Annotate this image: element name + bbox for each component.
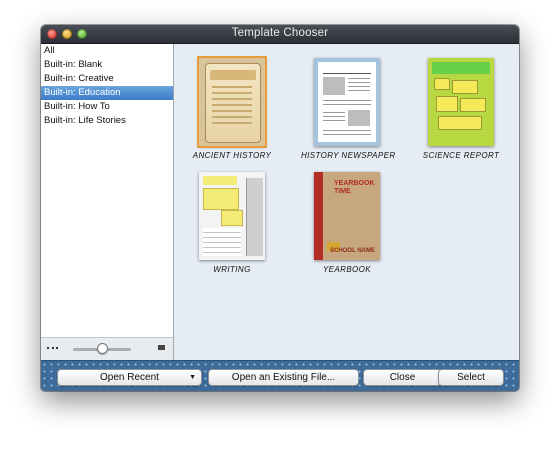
text-line — [212, 86, 252, 88]
text-line — [212, 92, 252, 94]
text-box — [452, 80, 478, 94]
template-label: Writing — [213, 265, 251, 274]
text-box — [434, 78, 450, 90]
button-bar: Open Recent ▼ Open an Existing File... C… — [41, 360, 519, 391]
newspaper-page — [318, 62, 376, 142]
template-science-report[interactable]: Science Report — [415, 58, 507, 160]
template-thumbnail[interactable] — [314, 58, 380, 146]
small-thumbnails-icon — [47, 347, 58, 352]
masthead — [323, 66, 371, 74]
category-item-blank[interactable]: Built-in: Blank — [41, 58, 173, 72]
category-item-creative[interactable]: Built-in: Creative — [41, 72, 173, 86]
category-list: All Built-in: Blank Built-in: Creative B… — [41, 44, 173, 128]
window-title: Template Chooser — [231, 27, 329, 39]
text-line — [212, 98, 252, 100]
slider-knob[interactable] — [96, 343, 108, 354]
open-existing-file-button[interactable]: Open an Existing File... — [208, 369, 359, 386]
text-line — [323, 116, 345, 117]
open-recent-button[interactable]: Open Recent ▼ — [57, 369, 202, 386]
text-box — [438, 116, 482, 130]
text-line — [323, 130, 371, 131]
text-line — [348, 86, 370, 87]
text-box — [221, 210, 243, 226]
book-spine — [314, 172, 323, 260]
category-item-education[interactable]: Built-in: Education — [41, 86, 173, 100]
thumb-title: YEARBOOK TIME — [334, 180, 375, 195]
photo-placeholder — [348, 110, 370, 126]
text-box — [203, 188, 239, 210]
select-button[interactable]: Select — [438, 369, 504, 386]
template-label: Yearbook — [322, 265, 372, 274]
text-line — [348, 90, 370, 91]
title-bar[interactable]: Template Chooser — [41, 25, 519, 44]
photo-placeholder — [323, 77, 345, 95]
chevron-down-icon: ▼ — [189, 374, 196, 381]
text-line — [212, 110, 252, 112]
text-box — [460, 98, 486, 112]
text-line — [212, 104, 252, 106]
text-line — [323, 112, 345, 113]
template-ancient-history[interactable]: Ancient History — [186, 56, 278, 160]
category-item-all[interactable]: All — [41, 44, 173, 58]
text-line — [212, 116, 252, 118]
close-button[interactable]: Close — [363, 369, 442, 386]
title-banner — [203, 176, 237, 185]
category-item-life-stories[interactable]: Built-in: Life Stories — [41, 114, 173, 128]
template-label: Science Report — [422, 151, 500, 160]
thumb-heading — [210, 70, 256, 80]
thumbnail-size-control — [41, 337, 173, 360]
template-label: Ancient History — [192, 151, 272, 160]
text-box — [436, 96, 458, 112]
category-item-how-to[interactable]: Built-in: How To — [41, 100, 173, 114]
text-line — [348, 78, 370, 79]
template-chooser-window: Template Chooser All Built-in: Blank Bui… — [41, 25, 519, 391]
template-thumbnail[interactable] — [428, 58, 494, 146]
title-banner — [432, 62, 490, 74]
lined-writing-area — [203, 228, 241, 256]
open-recent-label: Open Recent — [100, 372, 159, 383]
text-line — [323, 100, 371, 101]
template-grid: Ancient History — [174, 44, 519, 360]
text-line — [323, 120, 345, 121]
template-writing[interactable]: Writing — [186, 172, 278, 274]
text-line — [212, 122, 252, 124]
thumb-school-name: SCHOOL NAME — [330, 248, 375, 254]
template-label: History Newspaper — [301, 151, 396, 160]
bookshelf-graphic — [246, 178, 263, 256]
template-thumbnail[interactable]: YEARBOOK TIME SCHOOL NAME — [314, 172, 380, 260]
template-thumbnail[interactable] — [199, 172, 265, 260]
category-sidebar: All Built-in: Blank Built-in: Creative B… — [41, 44, 174, 360]
large-thumbnails-icon — [158, 345, 165, 350]
text-line — [348, 82, 370, 83]
template-thumbnail[interactable] — [197, 56, 267, 148]
text-line — [323, 104, 371, 105]
template-yearbook[interactable]: YEARBOOK TIME SCHOOL NAME Yearbook — [301, 172, 393, 274]
scroll-graphic — [205, 63, 261, 143]
template-history-newspaper[interactable]: History Newspaper — [301, 58, 396, 160]
text-line — [323, 134, 371, 135]
